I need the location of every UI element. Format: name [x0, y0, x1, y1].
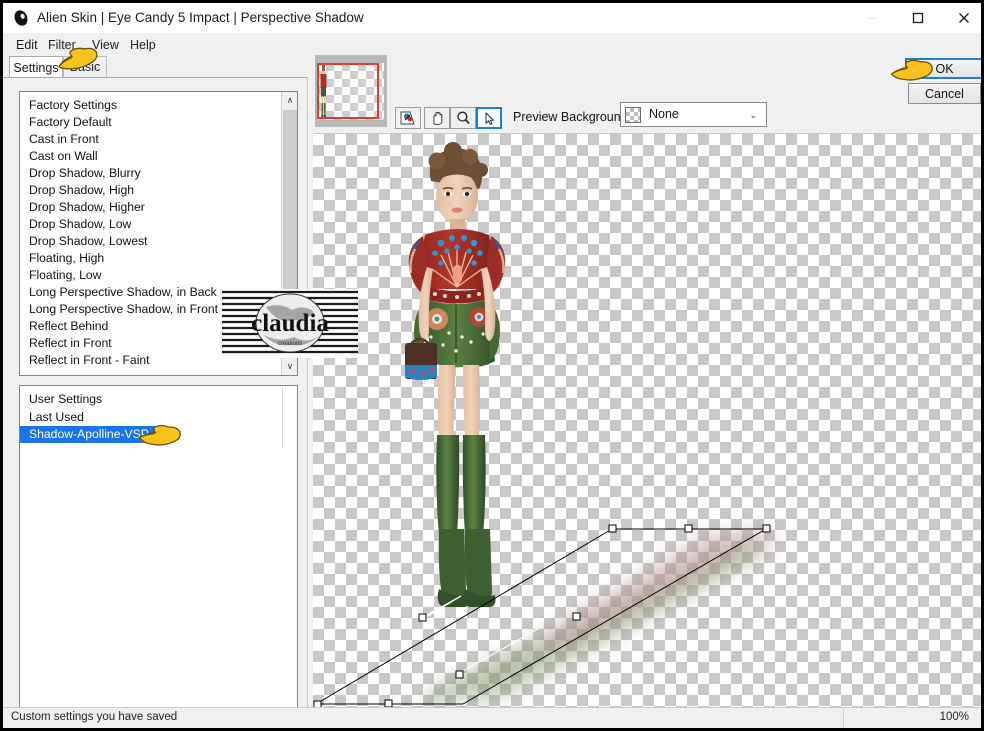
factory-list-item[interactable]: Cast in Front	[20, 131, 275, 148]
menu-view[interactable]: View	[87, 37, 124, 53]
user-settings-header: User Settings	[29, 392, 103, 406]
preview-canvas[interactable]	[313, 133, 981, 712]
shadow-control-overlay[interactable]	[313, 134, 981, 712]
navigator-thumbnail[interactable]	[315, 55, 387, 127]
status-message: Custom settings you have saved	[11, 711, 178, 723]
magnifier-icon	[456, 111, 470, 124]
minimize-button[interactable]	[849, 3, 895, 33]
status-bar: Custom settings you have saved 100%	[3, 707, 981, 728]
zoom-level: 100%	[939, 711, 969, 723]
scroll-up-icon[interactable]: ∧	[282, 92, 297, 109]
user-list-divider	[282, 387, 283, 447]
maximize-button[interactable]	[895, 3, 941, 33]
tab-basic[interactable]: Basic	[63, 56, 107, 78]
user-settings-item[interactable]: Shadow-Apolline-VSP	[20, 426, 155, 443]
cancel-button[interactable]: Cancel	[908, 83, 981, 104]
settings-panel: Factory Settings Factory Default Cast in F…	[3, 77, 308, 728]
user-settings-list[interactable]: User Settings Last Used Shadow-Apolline-VS…	[19, 385, 298, 728]
scrollbar-thumb[interactable]	[283, 110, 297, 318]
factory-list-item[interactable]: Drop Shadow, Low	[20, 216, 275, 233]
zoom-tool-button[interactable]	[450, 107, 476, 129]
user-settings-item[interactable]: Last Used	[20, 410, 84, 424]
preview-background-label: Preview Background:	[513, 110, 632, 124]
tab-settings[interactable]: Settings	[9, 56, 63, 78]
menu-help[interactable]: Help	[125, 37, 161, 53]
factory-list-item[interactable]: Drop Shadow, Higher	[20, 199, 275, 216]
color-picker-tool-button[interactable]	[395, 107, 421, 129]
factory-list-item[interactable]: Drop Shadow, Lowest	[20, 233, 275, 250]
arrow-tool-button[interactable]	[476, 107, 502, 129]
menu-bar: Edit Filter View Help	[3, 33, 981, 56]
ok-button[interactable]: OK	[905, 58, 981, 79]
factory-list-item[interactable]: Factory Settings	[20, 97, 275, 114]
menu-edit[interactable]: Edit	[11, 37, 43, 53]
minimize-icon	[867, 17, 877, 20]
chevron-down-icon[interactable]: ⌄	[749, 110, 757, 121]
menu-filter[interactable]: Filter	[43, 37, 81, 53]
scroll-down-icon[interactable]: ∨	[282, 358, 297, 375]
factory-list-item[interactable]: Factory Default	[20, 114, 275, 131]
preview-background-select[interactable]: None ⌄	[620, 102, 767, 127]
close-icon	[959, 13, 969, 23]
hand-icon	[433, 111, 442, 125]
preview-background-value: None	[649, 107, 679, 121]
factory-list-item[interactable]: Floating, High	[20, 250, 275, 267]
color-picker-icon	[400, 111, 415, 125]
user-settings-items: User Settings Last Used Shadow-Apolline-VS…	[20, 391, 297, 443]
status-divider	[843, 708, 844, 728]
eye-candy-perspective-shadow-window: Alien Skin | Eye Candy 5 Impact | Perspe…	[0, 0, 984, 731]
title-bar: Alien Skin | Eye Candy 5 Impact | Perspe…	[3, 3, 981, 34]
tab-strip: Settings Basic	[3, 56, 303, 78]
factory-list-item[interactable]: Drop Shadow, Blurry	[20, 165, 275, 182]
maximize-icon	[912, 12, 924, 24]
arrow-cursor-icon	[485, 112, 494, 125]
navigator-viewport-rect[interactable]	[317, 63, 379, 119]
factory-list-item[interactable]: Drop Shadow, High	[20, 182, 275, 199]
svg-text:creations: creations	[278, 341, 302, 347]
close-button[interactable]	[941, 3, 981, 33]
factory-list-item[interactable]: Cast on Wall	[20, 148, 275, 165]
factory-list-item[interactable]: Floating, Low	[20, 267, 275, 284]
alien-skin-icon	[14, 10, 28, 26]
hand-tool-button[interactable]	[424, 107, 450, 129]
preview-background-swatch	[625, 107, 641, 123]
claudia-watermark: claudia creations	[222, 289, 358, 358]
watermark-text: claudia	[251, 310, 329, 337]
window-title: Alien Skin | Eye Candy 5 Impact | Perspe…	[37, 10, 364, 25]
